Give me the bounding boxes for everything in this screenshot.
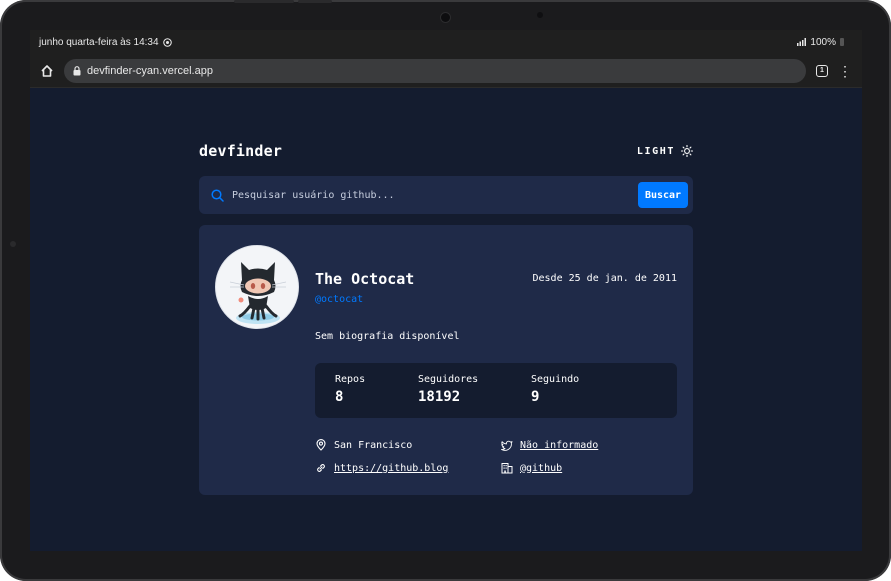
front-camera (441, 13, 450, 22)
stat-following-value: 9 (531, 389, 540, 405)
home-icon[interactable] (40, 64, 54, 78)
octocat-avatar-image (229, 262, 287, 324)
stat-followers-label: Seguidores (418, 374, 479, 385)
battery-level: 100% (810, 36, 836, 48)
tab-switcher-button[interactable]: 1 (816, 64, 828, 77)
browser-toolbar: devfinder-cyan.vercel.app 1 ⋮ (30, 54, 862, 88)
battery-icon (840, 38, 844, 46)
tab-count: 1 (820, 67, 824, 74)
app-logo: devfinder (199, 142, 283, 160)
location-text: San Francisco (334, 439, 413, 451)
tablet-frame: junho quarta-feira às 14:34 100% devfind… (0, 0, 891, 581)
whatsapp-icon (162, 37, 172, 47)
light-sensor (537, 12, 543, 18)
theme-toggle-label: LIGHT (636, 145, 675, 157)
profile-bio: Sem biografia disponível (315, 331, 460, 342)
stat-followers: Seguidores 18192 (418, 374, 478, 405)
twitter-row: Não informado (501, 439, 598, 451)
search-button[interactable]: Buscar (638, 182, 688, 208)
screen: junho quarta-feira às 14:34 100% devfind… (30, 30, 862, 551)
stat-repos-value: 8 (335, 389, 344, 405)
profile-name: The Octocat (315, 270, 415, 288)
theme-toggle-button[interactable]: LIGHT (637, 145, 693, 157)
power-button (298, 0, 332, 3)
search-bar: Buscar (199, 176, 693, 214)
twitter-link[interactable]: Não informado (520, 440, 598, 451)
stat-repos: Repos 8 (335, 374, 365, 405)
location-row: San Francisco (315, 439, 412, 451)
link-icon (317, 464, 325, 472)
status-bar: junho quarta-feira às 14:34 100% (30, 30, 862, 54)
app-header: devfinder LIGHT (199, 142, 693, 160)
profile-card: The Octocat Desde 25 de jan. de 2011 @oc… (199, 225, 693, 495)
lock-icon[interactable] (73, 65, 81, 76)
browser-menu-icon[interactable]: ⋮ (838, 64, 852, 78)
devfinder-app: devfinder LIGHT Pesquisar usuário github… (199, 142, 693, 495)
signal-icon (797, 38, 807, 46)
sun-icon (681, 145, 693, 157)
stat-repos-label: Repos (335, 374, 366, 385)
profile-login-link[interactable]: @octocat (315, 294, 363, 305)
status-datetime: junho quarta-feira às 14:34 (39, 36, 159, 48)
stat-following-label: Seguindo (531, 374, 580, 385)
address-bar[interactable]: devfinder-cyan.vercel.app (64, 58, 806, 83)
stat-followers-value: 18192 (418, 389, 461, 405)
stats-panel: Repos 8 Seguidores 18192 Seguindo 9 (315, 363, 677, 418)
url-text[interactable]: devfinder-cyan.vercel.app (87, 65, 213, 77)
building-icon (501, 463, 513, 474)
location-pin-icon (316, 439, 326, 451)
stat-following: Seguindo 9 (531, 374, 579, 405)
side-sensor (10, 241, 16, 247)
company-row: @github (501, 462, 562, 474)
volume-button (234, 0, 294, 3)
search-input[interactable] (232, 189, 638, 201)
avatar (215, 245, 299, 329)
twitter-bird-icon (501, 440, 513, 451)
search-icon (211, 188, 224, 202)
company-link[interactable]: @github (520, 463, 562, 474)
joined-date: Desde 25 de jan. de 2011 (532, 273, 678, 284)
blog-link[interactable]: https://github.blog (334, 463, 448, 474)
blog-row: https://github.blog (315, 462, 448, 474)
